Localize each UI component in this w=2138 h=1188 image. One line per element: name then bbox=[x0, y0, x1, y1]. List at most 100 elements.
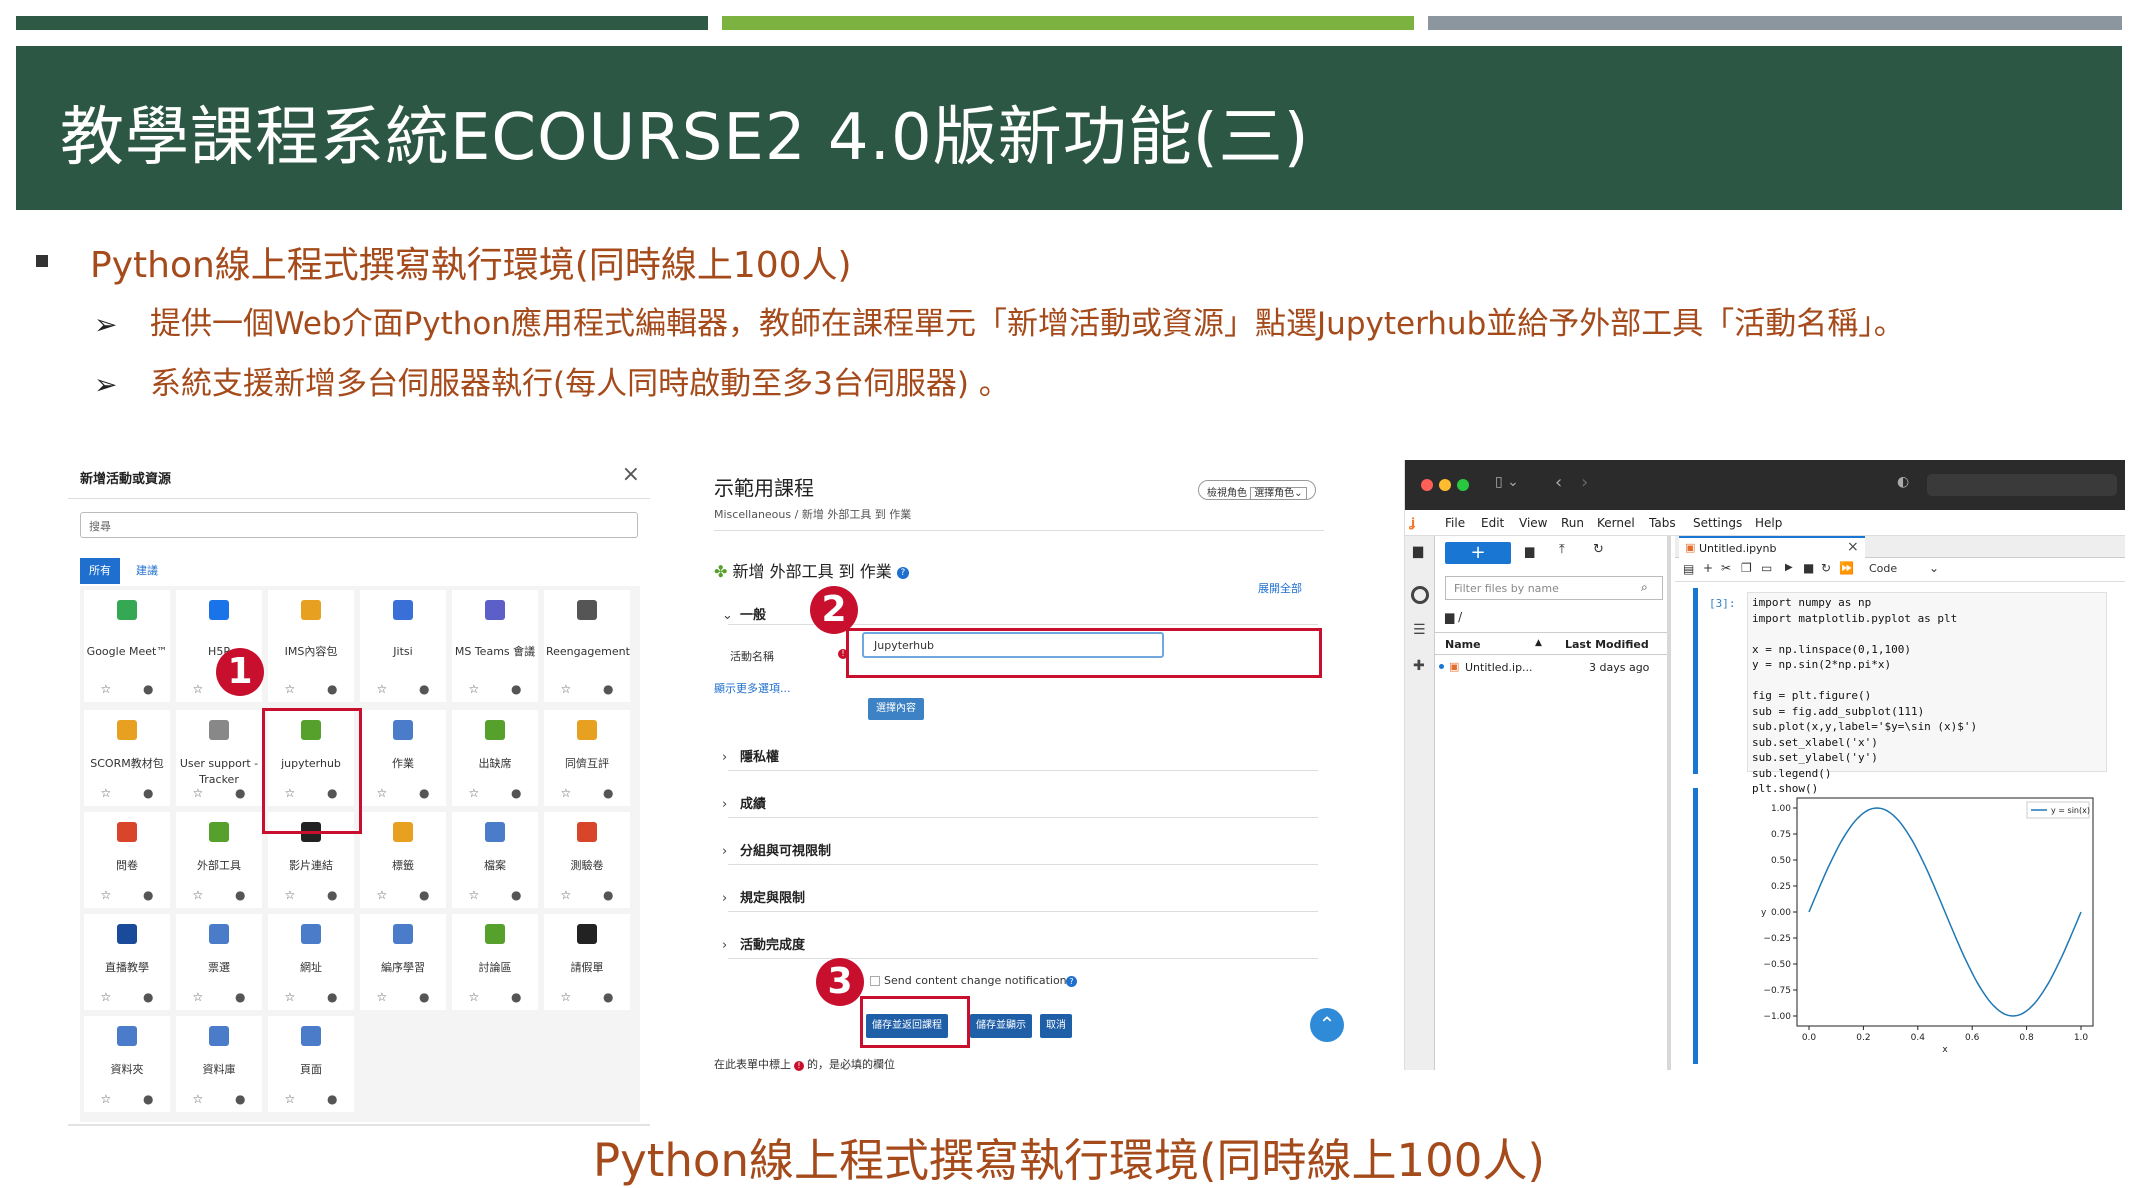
col-name-header[interactable]: Name bbox=[1445, 638, 1481, 651]
star-info-icons[interactable]: ☆ ● bbox=[268, 990, 354, 1004]
activity-tile[interactable]: Jitsi ☆ ● bbox=[360, 590, 446, 702]
star-info-icons[interactable]: ☆ ● bbox=[84, 682, 170, 696]
section-grades[interactable]: › 成績 bbox=[722, 793, 766, 812]
activity-tile[interactable]: Reengagement ☆ ● bbox=[544, 590, 630, 702]
restart-icon[interactable]: ↻ bbox=[1821, 561, 1831, 575]
choose-content-button[interactable]: 選擇內容 bbox=[868, 698, 924, 720]
run-icon[interactable]: ▶ bbox=[1785, 562, 1793, 573]
stop-icon[interactable]: ■ bbox=[1803, 561, 1814, 575]
activity-tile[interactable]: 票選 ☆ ● bbox=[176, 914, 262, 1010]
star-info-icons[interactable]: ☆ ● bbox=[268, 682, 354, 696]
notify-checkbox[interactable] bbox=[870, 976, 880, 986]
activity-tile[interactable]: 資料夾 ☆ ● bbox=[84, 1016, 170, 1112]
show-more-link[interactable]: 顯示更多選項... bbox=[714, 680, 791, 696]
activity-tile[interactable]: 問卷 ☆ ● bbox=[84, 812, 170, 908]
star-info-icons[interactable]: ☆ ● bbox=[360, 888, 446, 902]
col-modified-header[interactable]: Last Modified bbox=[1565, 638, 1649, 651]
forward-icon[interactable]: › bbox=[1581, 472, 1588, 493]
tab-all[interactable]: 所有 bbox=[80, 558, 120, 584]
expand-all-link[interactable]: 展開全部 bbox=[1258, 580, 1302, 596]
star-info-icons[interactable]: ☆ ● bbox=[176, 786, 262, 800]
address-bar[interactable] bbox=[1927, 474, 2117, 496]
file-row[interactable]: ▣ Untitled.ip... 3 days ago bbox=[1439, 660, 1667, 676]
upload-icon[interactable]: ⤒ bbox=[1559, 542, 1565, 557]
star-info-icons[interactable]: ☆ ● bbox=[544, 786, 630, 800]
code-cell-editor[interactable]: import numpy as np import matplotlib.pypl… bbox=[1747, 592, 2107, 795]
section-privacy[interactable]: › 隱私權 bbox=[722, 746, 779, 765]
activity-tile[interactable]: 網址 ☆ ● bbox=[268, 914, 354, 1010]
star-info-icons[interactable]: ☆ ● bbox=[176, 990, 262, 1004]
save-icon[interactable]: ▤ bbox=[1683, 562, 1694, 576]
shield-icon[interactable]: ◐ bbox=[1897, 474, 1909, 490]
minimize-window-icon[interactable] bbox=[1439, 479, 1451, 491]
star-info-icons[interactable]: ☆ ● bbox=[84, 786, 170, 800]
activity-tile[interactable]: 請假單 ☆ ● bbox=[544, 914, 630, 1010]
fast-forward-icon[interactable]: ⏩ bbox=[1839, 561, 1854, 575]
section-completion[interactable]: › 活動完成度 bbox=[722, 934, 805, 953]
star-info-icons[interactable]: ☆ ● bbox=[544, 990, 630, 1004]
activity-tile[interactable]: 出缺席 ☆ ● bbox=[452, 710, 538, 806]
running-icon[interactable] bbox=[1411, 586, 1429, 604]
breadcrumb[interactable]: Miscellaneous / 新增 外部工具 到 作業 bbox=[714, 506, 911, 522]
menu-settings[interactable]: Settings bbox=[1693, 516, 1742, 530]
close-tab-icon[interactable]: × bbox=[1847, 539, 1859, 555]
star-info-icons[interactable]: ☆ ● bbox=[360, 786, 446, 800]
star-info-icons[interactable]: ☆ ● bbox=[268, 888, 354, 902]
zoom-window-icon[interactable] bbox=[1457, 479, 1469, 491]
star-info-icons[interactable]: ☆ ● bbox=[84, 990, 170, 1004]
section-restrictions[interactable]: › 分組與可視限制 bbox=[722, 840, 831, 859]
activity-tile[interactable]: 檔案 ☆ ● bbox=[452, 812, 538, 908]
new-launcher-button[interactable]: + bbox=[1445, 542, 1511, 564]
tab-recommended[interactable]: 建議 bbox=[136, 558, 158, 584]
cell-type-select[interactable]: Code bbox=[1869, 562, 1897, 575]
activity-tile[interactable]: 編序學習 ☆ ● bbox=[360, 914, 446, 1010]
menu-tabs[interactable]: Tabs bbox=[1649, 516, 1676, 530]
refresh-icon[interactable]: ↻ bbox=[1593, 542, 1604, 557]
close-icon[interactable]: × bbox=[622, 462, 640, 487]
section-rules[interactable]: › 規定與限制 bbox=[722, 887, 805, 906]
copy-icon[interactable]: ❐ bbox=[1741, 561, 1752, 575]
activity-tile[interactable]: 資料庫 ☆ ● bbox=[176, 1016, 262, 1112]
new-folder-icon[interactable]: ▆ bbox=[1525, 544, 1534, 558]
star-info-icons[interactable]: ☆ ● bbox=[452, 888, 538, 902]
activity-tile[interactable]: 標籤 ☆ ● bbox=[360, 812, 446, 908]
star-info-icons[interactable]: ☆ ● bbox=[176, 888, 262, 902]
star-info-icons[interactable]: ☆ ● bbox=[544, 888, 630, 902]
filter-files-input[interactable]: Filter files by name bbox=[1445, 576, 1663, 600]
activity-tile[interactable]: 直播教學 ☆ ● bbox=[84, 914, 170, 1010]
add-cell-icon[interactable]: + bbox=[1703, 561, 1713, 575]
activity-tile[interactable]: 同儕互評 ☆ ● bbox=[544, 710, 630, 806]
extension-icon[interactable]: ✚ bbox=[1413, 658, 1425, 674]
back-icon[interactable]: ‹ bbox=[1555, 472, 1562, 493]
role-switcher[interactable]: 檢視角色 選擇角色⌄ bbox=[1198, 480, 1316, 500]
command-palette-icon[interactable]: ☰ bbox=[1413, 622, 1426, 638]
choose-role-select[interactable]: 選擇角色⌄ bbox=[1250, 487, 1307, 500]
help-icon[interactable]: ? bbox=[896, 566, 909, 579]
path-breadcrumb[interactable]: ▆ / bbox=[1445, 610, 1462, 624]
star-info-icons[interactable]: ☆ ● bbox=[452, 786, 538, 800]
menu-edit[interactable]: Edit bbox=[1481, 516, 1504, 530]
scroll-top-button[interactable]: ⌃ bbox=[1310, 1008, 1344, 1042]
star-info-icons[interactable]: ☆ ● bbox=[544, 682, 630, 696]
chooser-search-input[interactable]: 搜尋 bbox=[80, 512, 638, 538]
star-info-icons[interactable]: ☆ ● bbox=[452, 990, 538, 1004]
activity-tile[interactable]: 測驗卷 ☆ ● bbox=[544, 812, 630, 908]
paste-icon[interactable]: ▭ bbox=[1761, 561, 1772, 575]
save-display-button[interactable]: 儲存並顯示 bbox=[970, 1014, 1032, 1038]
cancel-button[interactable]: 取消 bbox=[1040, 1014, 1072, 1038]
activity-tile[interactable]: IMS內容包 ☆ ● bbox=[268, 590, 354, 702]
star-info-icons[interactable]: ☆ ● bbox=[360, 682, 446, 696]
help-icon[interactable]: ? bbox=[1066, 976, 1077, 987]
activity-tile[interactable]: 討論區 ☆ ● bbox=[452, 914, 538, 1010]
activity-tile[interactable]: User support - Tracker ☆ ● bbox=[176, 710, 262, 806]
activity-tile[interactable]: 作業 ☆ ● bbox=[360, 710, 446, 806]
activity-tile[interactable]: Google Meet™ ☆ ● bbox=[84, 590, 170, 702]
close-window-icon[interactable] bbox=[1421, 479, 1433, 491]
notebook-tab[interactable]: ▣ Untitled.ipynb × bbox=[1679, 536, 1865, 558]
star-info-icons[interactable]: ☆ ● bbox=[84, 1092, 170, 1106]
section-general[interactable]: ⌄ 一般 bbox=[722, 604, 766, 623]
folder-icon[interactable]: ▆ bbox=[1413, 544, 1423, 559]
star-info-icons[interactable]: ☆ ● bbox=[176, 1092, 262, 1106]
menu-kernel[interactable]: Kernel bbox=[1597, 516, 1635, 530]
star-info-icons[interactable]: ☆ ● bbox=[84, 888, 170, 902]
